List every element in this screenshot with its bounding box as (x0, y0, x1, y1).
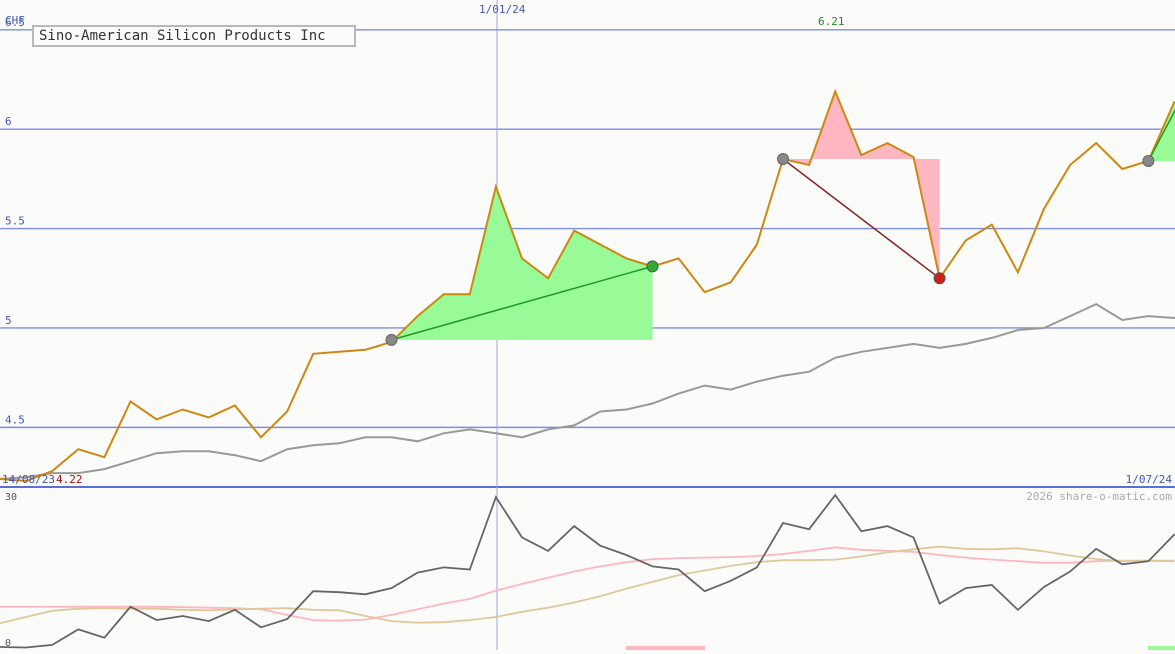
low-value-label: 4.22 (56, 473, 83, 486)
osc-zone-bar (1148, 646, 1175, 650)
osc-zone-bar (626, 646, 705, 650)
range-start-label: 14/08/23 (2, 473, 55, 486)
osc-main-line (0, 493, 1175, 649)
y-tick-label: 5.5 (5, 215, 25, 228)
trade-entry-marker (777, 153, 789, 166)
watermark-text: 2026 share-o-matic.com (1026, 490, 1172, 503)
osc-tan-line (0, 545, 1175, 625)
y-tick-label: 4.5 (5, 413, 25, 426)
currency-label: CHF (5, 14, 25, 27)
chart-area: 6.5 6 5.5 5 4.5 CHF 1/01/24 6.21 14/08/23 4.… (0, 0, 1175, 650)
chart-title-box: Sino-American Silicon Products Inc (32, 25, 356, 47)
trade-shade-1 (783, 91, 940, 279)
y-tick-label: 6 (5, 115, 12, 128)
date-marker-label: 1/01/24 (479, 3, 526, 16)
trade-exit-marker (933, 272, 946, 285)
trade-exit-marker (646, 260, 659, 273)
y-tick-label: 5 (5, 314, 12, 327)
trade-entry-marker (385, 333, 398, 346)
trade-line-1 (782, 158, 941, 279)
high-value-label: 6.21 (818, 15, 845, 28)
trade-shade-0 (391, 186, 653, 342)
chart-title: Sino-American Silicon Products Inc (39, 28, 326, 44)
price-chart: 6.565.554.5 CHF 1/01/24 6.21 14/08/23 4.… (0, 0, 1175, 650)
trade-entry-marker (1142, 155, 1155, 168)
osc-tick-0: 0 (5, 638, 11, 649)
osc-tick-30: 30 (5, 492, 17, 503)
range-end-label: 1/07/24 (1126, 473, 1173, 486)
